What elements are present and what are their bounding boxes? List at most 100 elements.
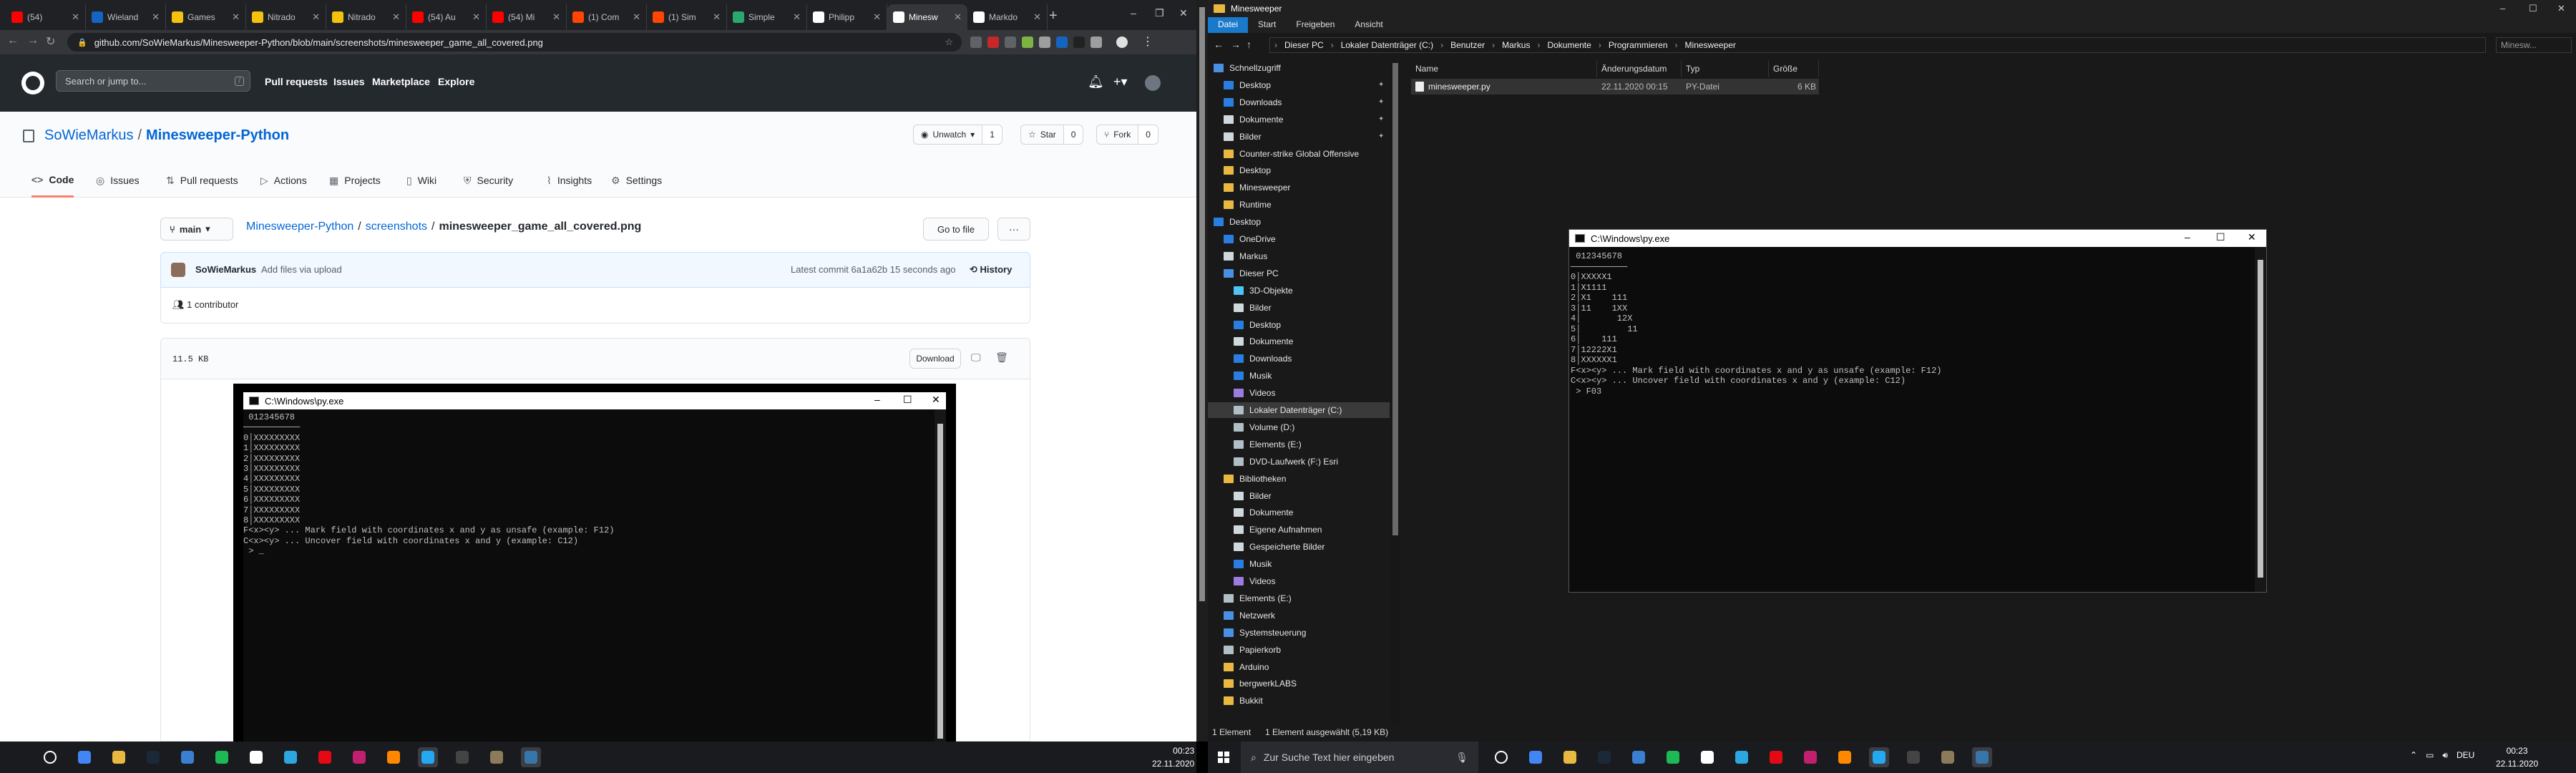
nav-item[interactable]: Bilder xyxy=(1208,488,1390,504)
branch-select-button[interactable]: ⑂ main ▾ xyxy=(160,218,233,240)
gimp-icon[interactable] xyxy=(487,747,507,767)
nav-item[interactable]: Runtime xyxy=(1208,197,1390,213)
jetbrains-icon[interactable] xyxy=(349,747,369,767)
close-icon[interactable]: ✕ xyxy=(312,11,320,23)
nav-item[interactable]: Dieser PC xyxy=(1208,266,1390,281)
bookmark-star-icon[interactable]: ☆ xyxy=(945,37,953,48)
extension-icon[interactable] xyxy=(1073,37,1085,48)
back-icon[interactable]: ← xyxy=(1214,39,1224,50)
commit-author[interactable]: SoWieMarkus xyxy=(195,264,256,275)
nav-item[interactable]: Volume (D:) xyxy=(1208,419,1390,435)
spotify-icon[interactable] xyxy=(1663,747,1683,767)
browser-tab[interactable]: Minesw ✕ xyxy=(887,4,967,30)
terminal-icon[interactable] xyxy=(452,747,472,767)
nav-item[interactable]: Videos xyxy=(1208,385,1390,401)
close-icon[interactable]: ✕ xyxy=(1033,11,1041,23)
close-icon[interactable]: ✕ xyxy=(152,11,160,23)
taskbar-search-input[interactable]: ⌕ Zur Suche Text hier eingeben 🎙︎ xyxy=(1241,742,1478,773)
close-icon[interactable]: ✕ xyxy=(552,11,560,23)
nav-item[interactable]: Systemsteuerung xyxy=(1208,625,1390,641)
tab-projects[interactable]: ▦ Projects xyxy=(329,163,381,198)
vlc-icon[interactable] xyxy=(384,747,404,767)
nav-item[interactable]: Musik xyxy=(1208,556,1390,572)
ribbon-tab-file[interactable]: Datei xyxy=(1208,17,1249,33)
fork-button[interactable]: ⑂ Fork 0 xyxy=(1096,125,1158,145)
epic-icon[interactable] xyxy=(1697,747,1717,767)
tab-issues[interactable]: ◎ Issues xyxy=(96,163,140,198)
explorer-path[interactable]: › Dieser PC › Lokaler Datenträger (C:) › Benu… xyxy=(1269,37,2486,53)
address-bar[interactable]: 🔒 github.com/SoWieMarkus/Minesweeper-Pyt… xyxy=(67,33,962,52)
nav-item[interactable]: Bukkit xyxy=(1208,693,1390,709)
vscode-icon[interactable] xyxy=(418,747,438,767)
path-segment[interactable]: Minesweeper xyxy=(1685,40,1736,50)
jetbrains-icon[interactable] xyxy=(1800,747,1820,767)
tab-security[interactable]: ⛨ Security xyxy=(464,163,513,198)
ribbon-tab-share[interactable]: Freigeben xyxy=(1286,17,1345,33)
nav-item[interactable]: Papierkorb xyxy=(1208,642,1390,658)
plus-icon[interactable]: +▾ xyxy=(1113,74,1128,89)
download-button[interactable]: Download xyxy=(909,349,961,369)
avatar[interactable] xyxy=(1145,75,1161,91)
nav-item[interactable]: Desktop xyxy=(1208,317,1390,333)
python-icon[interactable] xyxy=(1972,747,1992,767)
chrome-menu-icon[interactable]: ⋮ xyxy=(1142,34,1153,49)
chrome-icon[interactable] xyxy=(1526,747,1546,767)
desktop-icon[interactable]: 🖵︎ xyxy=(971,351,981,364)
nav-item[interactable]: Bibliotheken xyxy=(1208,471,1390,487)
browser-tab[interactable]: Wieland ✕ xyxy=(86,4,166,30)
column-date[interactable]: Änderungsdatum xyxy=(1597,60,1682,77)
nav-item[interactable]: bergwerkLABS xyxy=(1208,676,1390,691)
nav-marketplace[interactable]: Marketplace xyxy=(372,76,430,87)
browser-tab[interactable]: Nitrado ✕ xyxy=(246,4,326,30)
browser-tab[interactable]: Simple ✕ xyxy=(727,4,807,30)
nav-item[interactable]: Desktop ✦ xyxy=(1208,77,1390,93)
tab-actions[interactable]: ▷ Actions xyxy=(260,163,307,198)
commit-message[interactable]: Add files via upload xyxy=(261,264,342,275)
scrollbar[interactable] xyxy=(1391,60,1400,723)
minimize-icon[interactable]: – xyxy=(1131,7,1136,19)
github-search-input[interactable]: Search or jump to... / xyxy=(56,70,250,92)
nav-item[interactable]: Desktop xyxy=(1208,162,1390,178)
network-icon[interactable]: ▭ xyxy=(2426,750,2434,761)
vscode-icon[interactable] xyxy=(1869,747,1889,767)
telegram-icon[interactable] xyxy=(280,747,301,767)
close-icon[interactable]: ✕ xyxy=(793,11,801,23)
avatar[interactable] xyxy=(171,263,185,277)
taskbar-clock[interactable]: 00:23 22.11.2020 xyxy=(1152,744,1194,770)
input-language[interactable]: DEU xyxy=(2457,750,2474,761)
close-icon[interactable]: ✕ xyxy=(392,11,400,23)
star-button[interactable]: ☆ Star 0 xyxy=(1020,125,1084,145)
explorer-icon[interactable] xyxy=(109,747,129,767)
forward-icon[interactable]: → xyxy=(27,34,39,47)
go-to-file-button[interactable]: Go to file xyxy=(923,218,989,240)
nav-item[interactable]: Bilder xyxy=(1208,300,1390,316)
terminal-icon[interactable] xyxy=(1903,747,1923,767)
github-logo-icon[interactable] xyxy=(21,72,44,94)
profile-avatar[interactable] xyxy=(1116,37,1128,48)
nav-item[interactable]: Musik xyxy=(1208,368,1390,384)
ubisoft-icon[interactable] xyxy=(1629,747,1649,767)
fork-count[interactable]: 0 xyxy=(1138,125,1158,144)
unwatch-button[interactable]: ◉ Unwatch ▾ 1 xyxy=(913,125,1002,145)
nav-item[interactable]: Downloads xyxy=(1208,351,1390,366)
nav-item[interactable]: Dokumente xyxy=(1208,334,1390,349)
python-icon[interactable] xyxy=(521,747,541,767)
nav-item[interactable]: Elements (E:) xyxy=(1208,437,1390,452)
nav-item[interactable]: Netzwerk xyxy=(1208,608,1390,623)
tab-insights[interactable]: ⌇ Insights xyxy=(547,163,592,198)
tab-code[interactable]: <> Code xyxy=(31,163,74,198)
column-type[interactable]: Typ xyxy=(1682,60,1769,77)
netflix-icon[interactable] xyxy=(315,747,335,767)
close-icon[interactable]: ✕ xyxy=(72,11,79,23)
breadcrumb-folder[interactable]: screenshots xyxy=(366,220,427,233)
path-segment[interactable]: Benutzer xyxy=(1450,40,1485,50)
tab-settings[interactable]: ⚙ Settings xyxy=(611,163,662,198)
ubisoft-icon[interactable] xyxy=(177,747,197,767)
trash-icon[interactable]: 🗑︎ xyxy=(995,351,1008,364)
ribbon-tab-start[interactable]: Start xyxy=(1248,17,1286,33)
watch-count[interactable]: 1 xyxy=(982,125,1002,144)
close-icon[interactable]: ✕ xyxy=(954,11,962,23)
new-tab-button[interactable]: + xyxy=(1049,9,1058,23)
file-row[interactable]: minesweeper.py 22.11.2020 00:15 PY-Datei… xyxy=(1411,79,1819,94)
browser-tab[interactable]: (54) Au ✕ xyxy=(406,4,487,30)
